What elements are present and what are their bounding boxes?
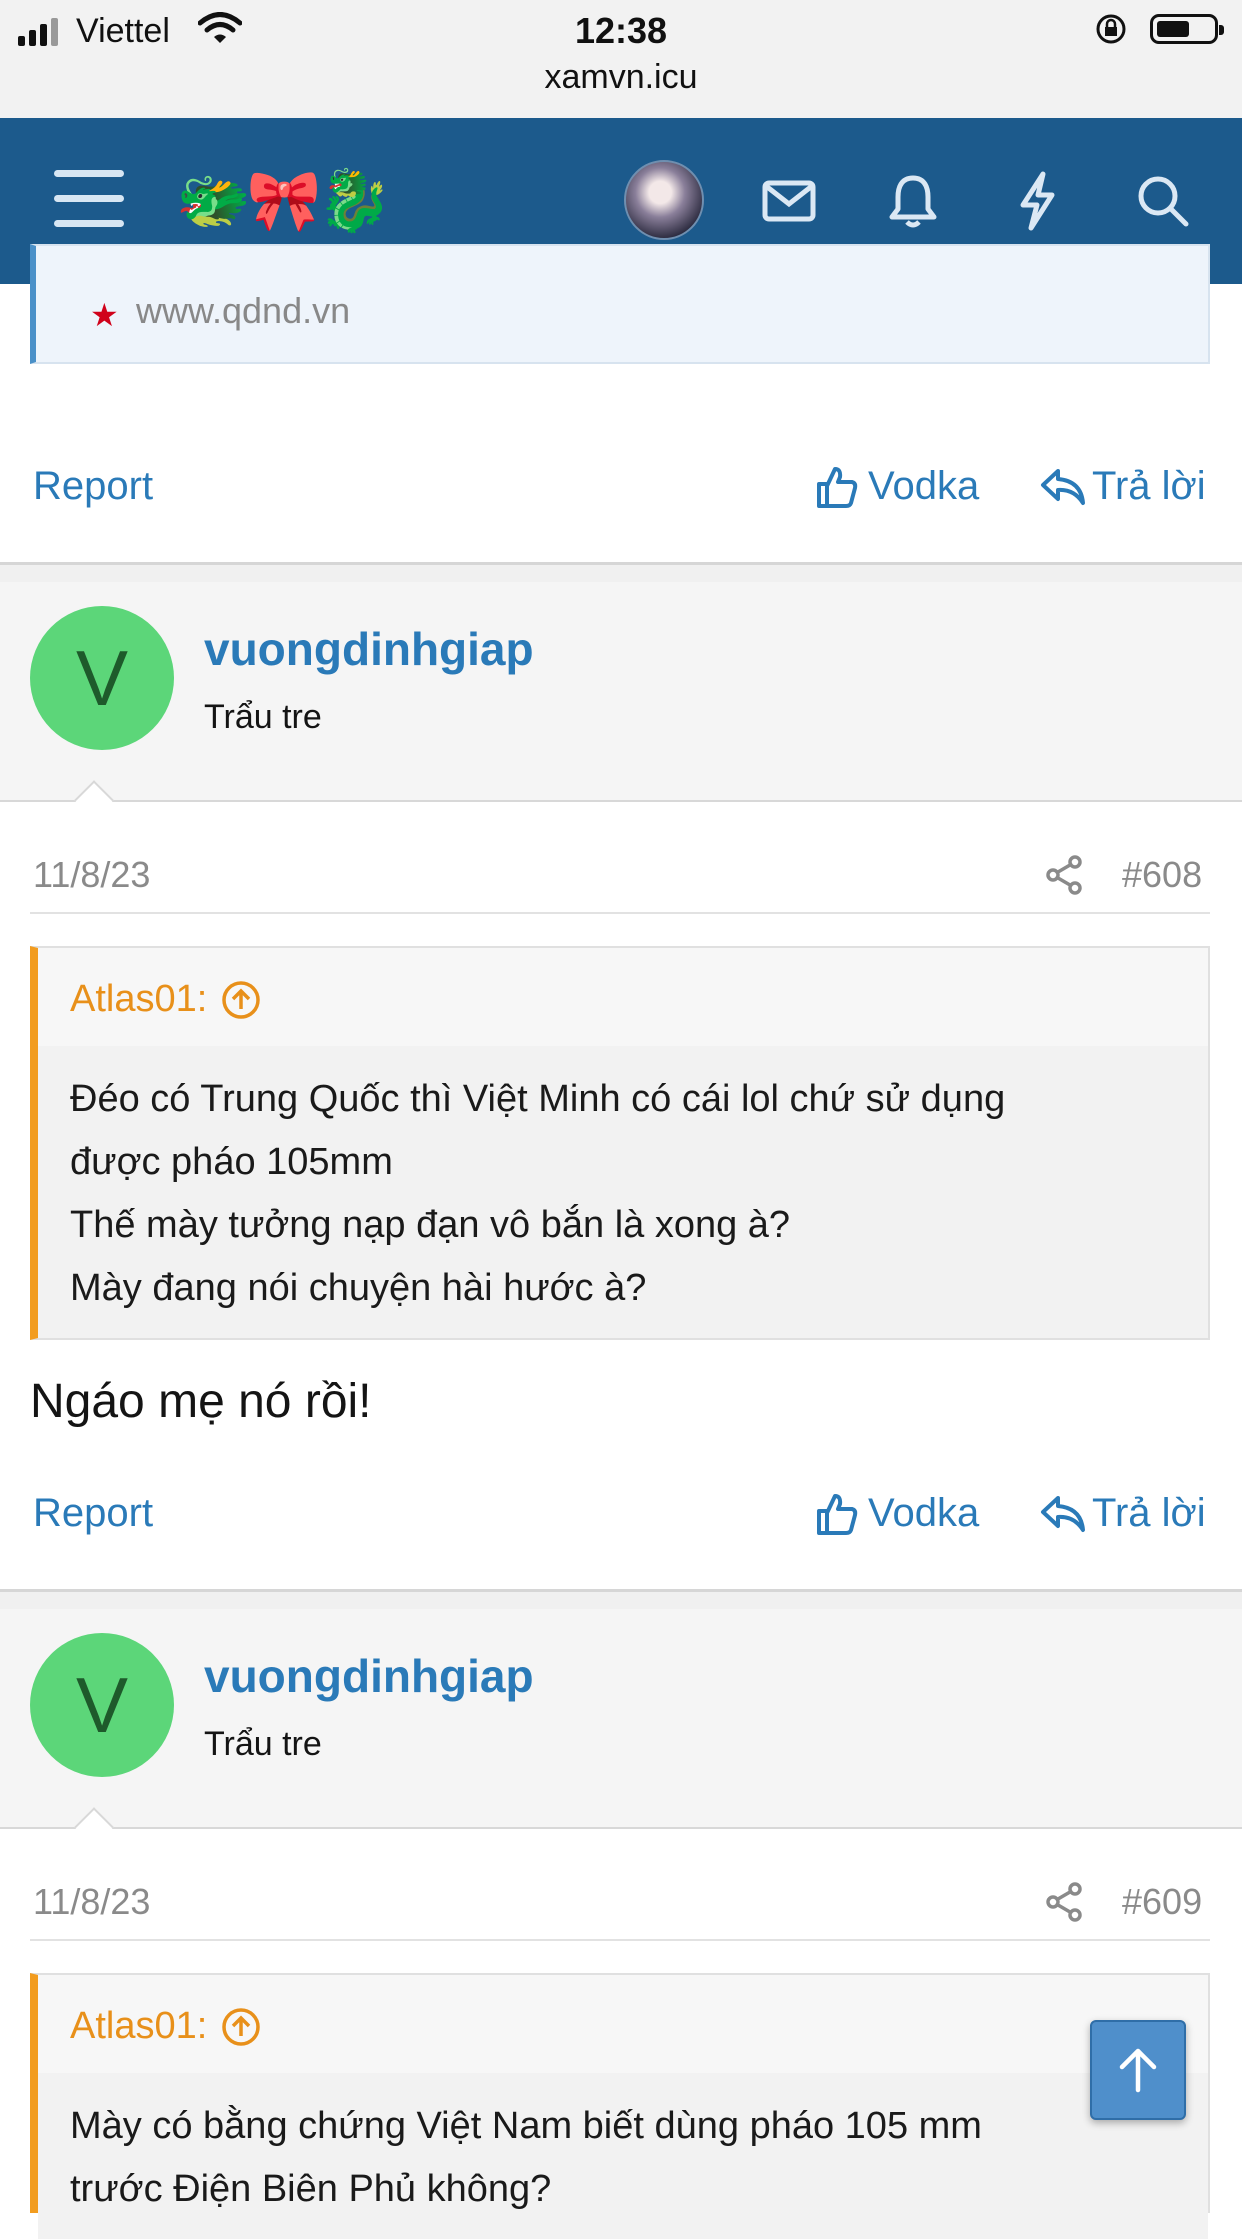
post-user-block: V vuongdinhgiap Trẩu tre xyxy=(0,1609,1242,1847)
quote-line: được pháo 105mm xyxy=(70,1141,393,1183)
post-separator xyxy=(0,562,1242,582)
battery-icon xyxy=(1150,14,1224,44)
report-link[interactable]: Report xyxy=(33,1491,153,1536)
user-block-pointer xyxy=(74,1807,114,1847)
menu-icon[interactable] xyxy=(54,170,124,232)
like-button[interactable]: Vodka xyxy=(816,464,979,509)
thumbs-up-icon xyxy=(817,466,858,508)
reply-label: Trả lời xyxy=(1092,464,1206,508)
user-block-pointer xyxy=(74,780,114,820)
meta-divider xyxy=(30,912,1210,914)
quote-author: Atlas01: xyxy=(70,978,208,1020)
quote-header: Atlas01: xyxy=(38,948,1208,1046)
reply-icon xyxy=(1041,468,1085,505)
site-favicon-icon: ★ xyxy=(90,297,119,333)
report-link[interactable]: Report xyxy=(33,464,153,509)
share-icon[interactable] xyxy=(1044,1881,1084,1928)
status-bar: Viettel 12:38 xamvn.icu xyxy=(0,0,1242,118)
bell-icon[interactable] xyxy=(880,168,946,234)
quote-body: Mày có bằng chứng Việt Nam biết dùng phá… xyxy=(38,2073,1208,2239)
quote-author: Atlas01: xyxy=(70,2005,208,2047)
username-link[interactable]: vuongdinhgiap xyxy=(204,1649,534,1703)
embedded-link-preview[interactable]: ★ www.qdnd.vn xyxy=(30,244,1210,364)
user-avatar[interactable] xyxy=(624,160,704,240)
quote-line: Mày có bằng chứng Việt Nam biết dùng phá… xyxy=(70,2105,982,2147)
arrow-up-icon xyxy=(1119,2048,1157,2093)
post-number[interactable]: #609 xyxy=(1122,1881,1202,1923)
like-label: Vodka xyxy=(868,1491,980,1535)
quote-author-link[interactable]: Atlas01: xyxy=(70,978,261,1021)
mail-icon[interactable] xyxy=(756,168,822,234)
reply-icon xyxy=(1041,1495,1085,1532)
user-title: Trẩu tre xyxy=(204,1725,322,1763)
quote-line: Đéo có Trung Quốc thì Việt Minh có cái l… xyxy=(70,1078,1006,1120)
post-date[interactable]: 11/8/23 xyxy=(33,1881,150,1923)
reply-button[interactable]: Trả lời xyxy=(1040,1491,1206,1536)
lightning-icon[interactable] xyxy=(1004,168,1070,234)
quote-line: trước Điện Biên Phủ không? xyxy=(70,2168,552,2210)
quote-line: Mày đang nói chuyện hài hước à? xyxy=(70,1267,647,1309)
like-button[interactable]: Vodka xyxy=(816,1491,979,1536)
post-actions: Report Vodka Trả lời xyxy=(0,464,1242,524)
arrow-up-circle-icon xyxy=(222,2007,261,2046)
post-number[interactable]: #608 xyxy=(1122,854,1202,896)
share-icon[interactable] xyxy=(1044,854,1084,901)
reply-button[interactable]: Trả lời xyxy=(1040,464,1206,509)
post-actions: Report Vodka Trả lời xyxy=(0,1491,1242,1551)
post-body-text: Ngáo mẹ nó rồi! xyxy=(30,1375,372,1428)
reply-label: Trả lời xyxy=(1092,1491,1206,1535)
avatar[interactable]: V xyxy=(30,1633,174,1777)
user-title: Trẩu tre xyxy=(204,698,322,736)
quote-line: Thế mày tưởng nạp đạn vô bắn là xong à? xyxy=(70,1204,791,1246)
address-bar-url[interactable]: xamvn.icu xyxy=(0,58,1242,97)
quote-body: Đéo có Trung Quốc thì Việt Minh có cái l… xyxy=(38,1046,1208,1338)
quote-author-link[interactable]: Atlas01: xyxy=(70,2005,261,2048)
meta-divider xyxy=(30,1939,1210,1941)
post-user-block: V vuongdinhgiap Trẩu tre xyxy=(0,582,1242,820)
scroll-to-top-button[interactable] xyxy=(1090,2020,1186,2120)
quote-block: Atlas01: Đéo có Trung Quốc thì Việt Minh… xyxy=(30,946,1210,1340)
clock: 12:38 xyxy=(574,10,668,51)
rotation-lock-icon xyxy=(1094,12,1128,51)
username-link[interactable]: vuongdinhgiap xyxy=(204,622,534,676)
arrow-up-circle-icon xyxy=(222,980,261,1019)
quote-block: Atlas01: Mày có bằng chứng Việt Nam biết… xyxy=(30,1973,1210,2239)
like-label: Vodka xyxy=(868,464,980,508)
link-source: www.qdnd.vn xyxy=(136,290,351,331)
post-separator xyxy=(0,1589,1242,1609)
search-icon[interactable] xyxy=(1130,168,1196,234)
quote-header: Atlas01: xyxy=(38,1975,1208,2073)
post-date[interactable]: 11/8/23 xyxy=(33,854,150,896)
thumbs-up-icon xyxy=(817,1493,858,1535)
site-logo[interactable]: 🐲🎀🐉 xyxy=(176,168,392,234)
avatar[interactable]: V xyxy=(30,606,174,750)
